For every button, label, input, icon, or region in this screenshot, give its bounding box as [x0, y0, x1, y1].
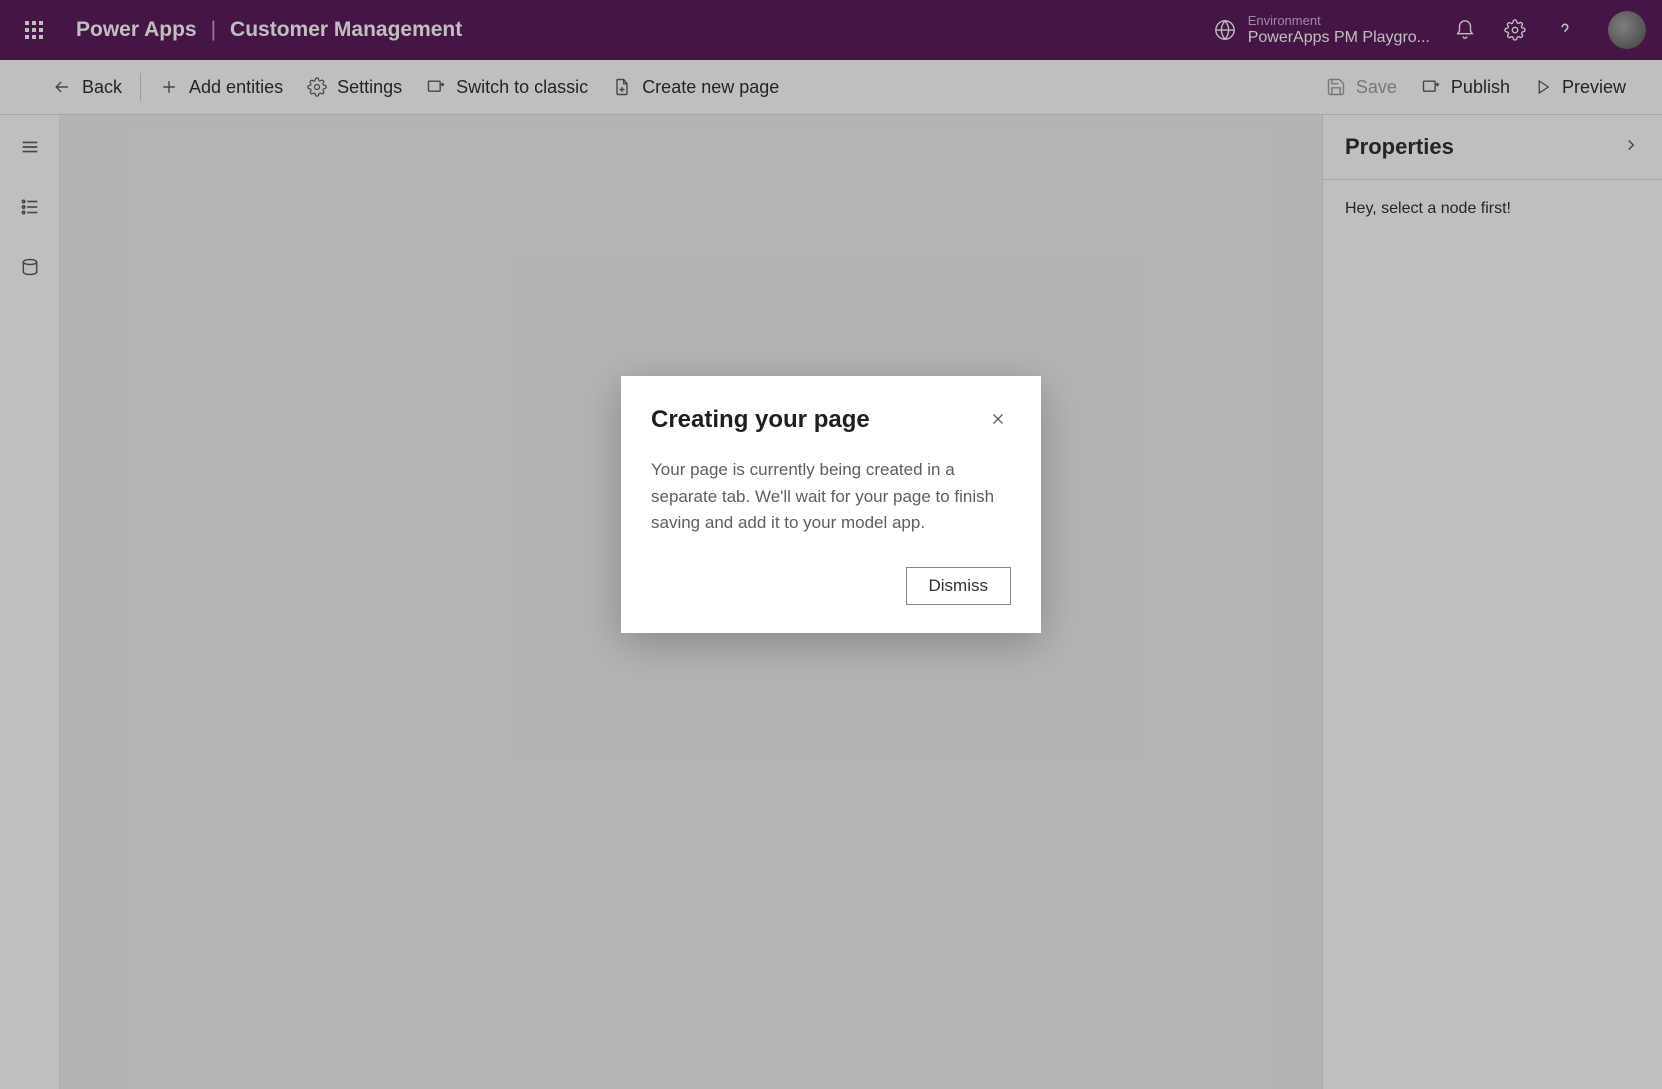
dismiss-button[interactable]: Dismiss [906, 567, 1012, 605]
dialog-body-text: Your page is currently being created in … [651, 457, 1011, 536]
dialog-title: Creating your page [651, 406, 870, 434]
creating-page-dialog: Creating your page Your page is currentl… [621, 376, 1041, 632]
close-icon[interactable] [985, 406, 1011, 437]
modal-overlay: Creating your page Your page is currentl… [0, 0, 1662, 1089]
